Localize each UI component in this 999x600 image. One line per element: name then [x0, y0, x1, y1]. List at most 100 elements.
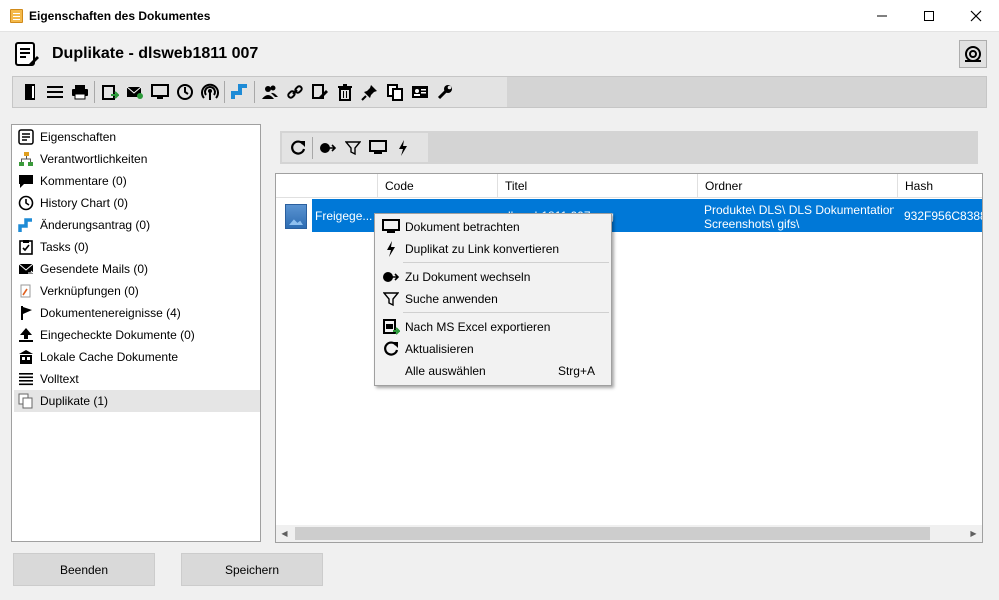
menu-item-label: Aktualisieren — [405, 342, 474, 356]
page-header: Duplikate - dlsweb1811 007 — [0, 32, 999, 76]
menu-item-export-excel[interactable]: Nach MS Excel exportieren — [377, 316, 609, 338]
sidebar-item-change-request[interactable]: Änderungsantrag (0) — [14, 214, 260, 236]
sidebar-item-document-events[interactable]: Dokumentenereignisse (4) — [14, 302, 260, 324]
close-dialog-button[interactable]: Beenden — [13, 553, 155, 586]
sidebar-item-links[interactable]: Verknüpfungen (0) — [14, 280, 260, 302]
close-button[interactable] — [953, 0, 999, 32]
menu-item-label: Dokument betrachten — [405, 220, 520, 234]
scroll-left-icon[interactable]: ◀ — [276, 525, 293, 542]
pin-button[interactable] — [357, 79, 382, 105]
minimize-button[interactable] — [859, 0, 905, 32]
toolbar-separator — [254, 81, 255, 103]
wrench-icon — [437, 85, 452, 100]
broadcast-button[interactable] — [197, 79, 222, 105]
grid-header: Code Titel Ordner Hash — [276, 174, 982, 198]
toolbar-separator — [224, 81, 225, 103]
filter-icon — [382, 290, 400, 308]
maximize-button[interactable] — [906, 0, 952, 32]
scrollbar-thumb[interactable] — [295, 527, 930, 540]
column-header-title[interactable]: Titel — [497, 174, 697, 198]
toolbar-separator — [94, 81, 95, 103]
sidebar-item-label: Tasks (0) — [40, 240, 89, 254]
delete-button[interactable] — [332, 79, 357, 105]
settings-button[interactable] — [432, 79, 457, 105]
menu-item-view-document[interactable]: Dokument betrachten — [377, 216, 609, 238]
edit-copy-button[interactable] — [307, 79, 332, 105]
door-icon — [24, 84, 35, 100]
menu-item-apply-search[interactable]: Suche anwenden — [377, 288, 609, 310]
broadcast-icon — [200, 83, 219, 100]
sidebar-item-checked-in-documents[interactable]: Eingecheckte Dokumente (0) — [14, 324, 260, 346]
sidebar-item-label: Gesendete Mails (0) — [40, 262, 149, 276]
main-toolbar — [12, 76, 987, 108]
menu-item-refresh[interactable]: Aktualisieren — [377, 338, 609, 360]
lifebuoy-icon — [965, 46, 981, 62]
excel-export-icon — [382, 318, 400, 336]
fulltext-icon — [17, 370, 35, 388]
menu-item-shortcut: Strg+A — [557, 364, 595, 378]
column-header-folder[interactable]: Ordner — [697, 174, 897, 198]
pin-icon — [360, 85, 377, 101]
sidebar-item-local-cache[interactable]: Lokale Cache Dokumente — [14, 346, 260, 368]
export-icon — [101, 85, 119, 100]
filter-button[interactable] — [340, 135, 365, 161]
printer-icon — [71, 85, 88, 100]
monitor-icon — [382, 218, 400, 236]
view-button[interactable] — [147, 79, 172, 105]
sidebar-item-label: Duplikate (1) — [40, 394, 109, 408]
id-card-button[interactable] — [407, 79, 432, 105]
users-button[interactable] — [257, 79, 282, 105]
upload-icon — [17, 326, 35, 344]
switch-icon — [382, 268, 400, 286]
column-header-hash[interactable]: Hash — [897, 174, 982, 198]
filter-icon — [344, 140, 361, 155]
horizontal-scrollbar[interactable]: ◀ ▶ — [276, 525, 982, 542]
copy-button[interactable] — [382, 79, 407, 105]
print-button[interactable] — [67, 79, 92, 105]
refresh-button[interactable] — [285, 135, 310, 161]
flag-icon — [17, 304, 35, 322]
menu-item-switch-to-document[interactable]: Zu Dokument wechseln — [377, 266, 609, 288]
export-button[interactable] — [97, 79, 122, 105]
switch-icon — [319, 142, 336, 153]
sidebar-item-tasks[interactable]: Tasks (0) — [14, 236, 260, 258]
sidebar-item-comments[interactable]: Kommentare (0) — [14, 170, 260, 192]
cache-icon — [17, 348, 35, 366]
view-document-button[interactable] — [365, 135, 390, 161]
history-button[interactable] — [172, 79, 197, 105]
save-button[interactable]: Speichern — [181, 553, 323, 586]
column-header-code[interactable]: Code — [377, 174, 497, 198]
menu-item-convert-to-link[interactable]: Duplikat zu Link konvertieren — [377, 238, 609, 260]
sidebar-item-label: Änderungsantrag (0) — [40, 218, 151, 232]
sidebar-item-history-chart[interactable]: History Chart (0) — [14, 192, 260, 214]
sidebar-item-label: History Chart (0) — [40, 196, 129, 210]
menu-item-select-all[interactable]: Alle auswählen Strg+A — [377, 360, 609, 382]
sidebar-item-duplicates[interactable]: Duplikate (1) — [14, 390, 260, 412]
sidebar-item-label: Verantwortlichkeiten — [40, 152, 148, 166]
duplicates-toolbar — [280, 131, 978, 164]
switch-document-button[interactable] — [315, 135, 340, 161]
sidebar-item-sent-mails[interactable]: Gesendete Mails (0) — [14, 258, 260, 280]
scroll-right-icon[interactable]: ▶ — [965, 525, 982, 542]
cell-hash: 932F956C83889 — [904, 209, 982, 223]
users-icon — [261, 85, 278, 99]
link-button[interactable] — [282, 79, 307, 105]
duplicate-icon — [17, 392, 35, 410]
convert-link-button[interactable] — [390, 135, 415, 161]
sidebar-item-properties[interactable]: Eigenschaften — [14, 126, 260, 148]
sidebar-item-label: Verknüpfungen (0) — [40, 284, 139, 298]
open-document-button[interactable] — [17, 79, 42, 105]
send-mail-button[interactable] — [122, 79, 147, 105]
menu-item-label: Alle auswählen — [405, 364, 486, 378]
link-icon — [286, 85, 303, 99]
toolbar-separator — [312, 136, 313, 159]
cell-folder-line1: Produkte\ DLS\ DLS Dokumentation\ — [704, 203, 894, 217]
sidebar-item-responsibilities[interactable]: Verantwortlichkeiten — [14, 148, 260, 170]
sidebar-item-fulltext[interactable]: Volltext — [14, 368, 260, 390]
workflow-button[interactable] — [227, 79, 252, 105]
menu-item-label: Nach MS Excel exportieren — [405, 320, 551, 334]
menu-lines-icon — [46, 86, 63, 98]
help-button[interactable] — [959, 40, 987, 68]
refresh-icon — [382, 340, 400, 358]
properties-button[interactable] — [42, 79, 67, 105]
